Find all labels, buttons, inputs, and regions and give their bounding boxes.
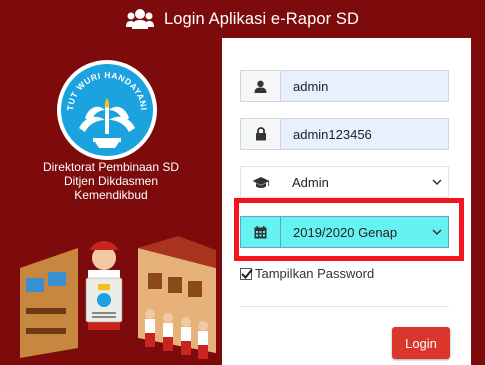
check-icon (241, 268, 253, 279)
login-button[interactable]: Login (392, 327, 450, 359)
chevron-down-icon (432, 229, 442, 236)
users-icon (125, 9, 154, 29)
school-year-select-value: 2019/2020 Genap (293, 224, 398, 240)
show-password-checkbox[interactable] (240, 267, 253, 280)
school-year-select[interactable]: 2019/2020 Genap (240, 216, 449, 248)
organization-name: Direktorat Pembinaan SD Ditjen Dikdasmen… (42, 160, 180, 202)
calendar-icon (254, 225, 267, 238)
role-select-value: Admin (292, 174, 329, 190)
divider (240, 306, 449, 307)
show-password-label: Tampilkan Password (255, 266, 375, 281)
lock-icon (255, 127, 266, 141)
title-bar: Login Aplikasi e-Rapor SD (0, 0, 485, 38)
show-password-toggle[interactable]: Tampilkan Password (240, 266, 374, 281)
login-form: admin admin123456 Admin 2019/2020 Genap … (222, 38, 485, 365)
username-field[interactable]: admin (240, 70, 449, 102)
role-select[interactable]: Admin (240, 166, 449, 198)
students-illustration (18, 228, 216, 365)
graduation-cap-icon (252, 176, 269, 188)
tut-wuri-handayani-logo: TUT WURI HANDAYANI (57, 60, 157, 160)
username-input[interactable]: admin (281, 71, 448, 101)
password-input[interactable]: admin123456 (281, 119, 448, 149)
password-field[interactable]: admin123456 (240, 118, 449, 150)
page-title: Login Aplikasi e-Rapor SD (163, 9, 360, 28)
chevron-down-icon (432, 179, 442, 186)
user-icon (254, 80, 267, 93)
branding-panel: TUT WURI HANDAYANI Direktorat Pembinaan … (0, 38, 222, 365)
